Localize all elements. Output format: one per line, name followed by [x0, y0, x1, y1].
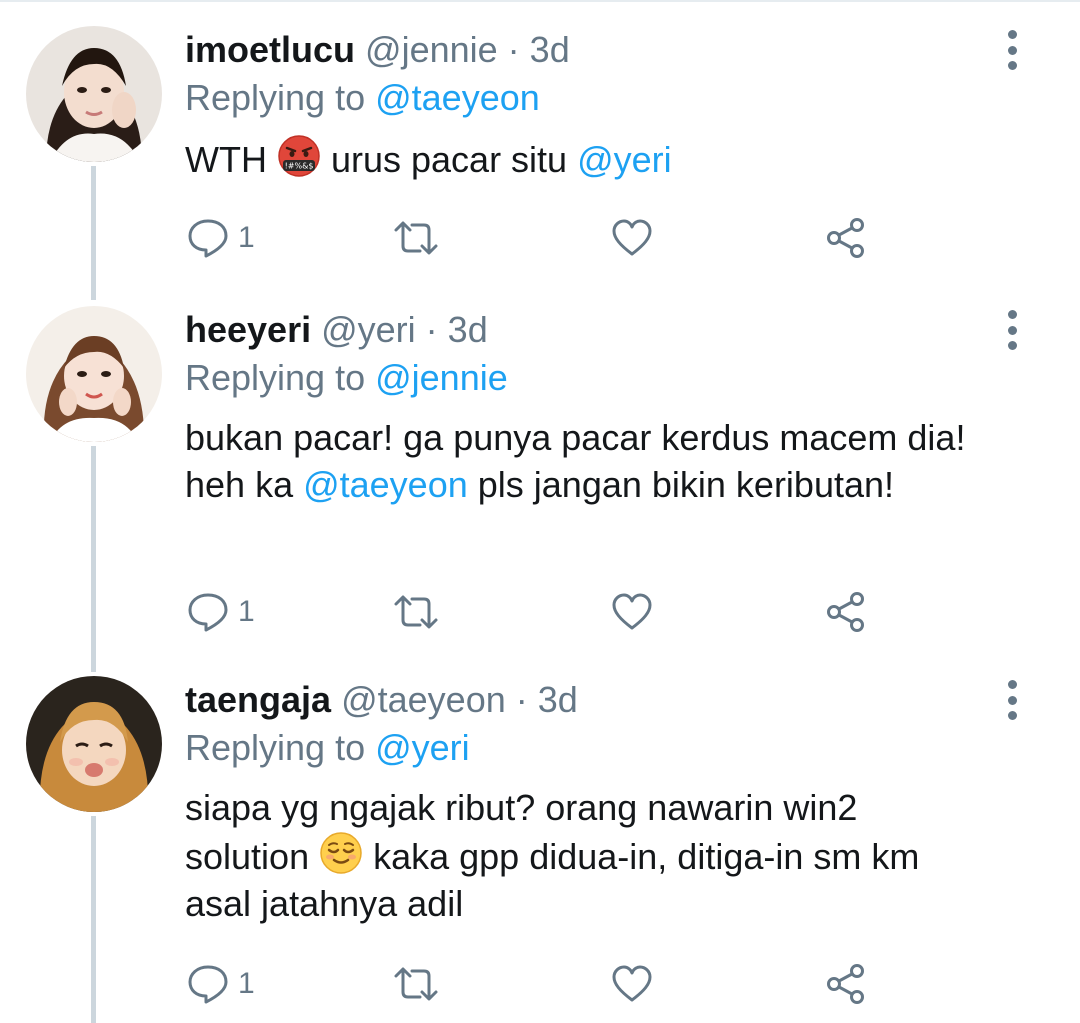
reply-button[interactable]: 1 [186, 590, 255, 634]
relieved-face-icon [319, 831, 363, 875]
tweet-text-segment: asal jatahnya adil [185, 883, 464, 924]
tweet-text-segment: solution [185, 836, 320, 877]
replying-to-label: Replying to [185, 77, 376, 118]
reply-icon [188, 593, 228, 632]
like-button[interactable] [610, 962, 654, 1006]
tweet-text-segment: heh ka [185, 464, 304, 505]
separator-dot: · [505, 679, 538, 720]
tweet-header: heeyeri @yeri · 3d [185, 306, 1010, 354]
timestamp[interactable]: 3d [530, 29, 570, 70]
retweet-icon [394, 595, 438, 629]
replying-to-label: Replying to [185, 727, 376, 768]
tweet-text-segment: pls jangan bikin keributan! [467, 464, 895, 505]
mention-link[interactable]: @taeyeon [303, 464, 468, 505]
separator-dot: · [415, 309, 448, 350]
replying-to: Replying to @jennie [185, 354, 1010, 402]
display-name[interactable]: imoetlucu [185, 29, 355, 70]
retweet-button[interactable] [392, 590, 440, 634]
reply-count: 1 [238, 221, 255, 254]
more-options-icon[interactable] [1000, 676, 1024, 724]
thread-connector-line [91, 166, 96, 300]
tweet-text-segment: urus pacar situ [320, 139, 578, 180]
replying-to-handle-link[interactable]: @taeyeon [375, 77, 540, 118]
tweet-actions: 1 [186, 590, 886, 634]
tweet-actions: 1 [186, 216, 886, 260]
replying-to-handle-link[interactable]: @jennie [375, 357, 508, 398]
retweet-button[interactable] [392, 216, 440, 260]
replying-to-label: Replying to [185, 357, 376, 398]
avatar[interactable] [26, 306, 162, 442]
share-icon [827, 964, 864, 1004]
thread-connector-line [91, 446, 96, 672]
mention-link[interactable]: @yeri [577, 139, 672, 180]
user-handle[interactable]: @jennie [365, 29, 498, 70]
avatar[interactable] [26, 26, 162, 162]
like-icon [612, 219, 652, 256]
tweet-text: siapa yg ngajak ribut? orang nawarin win… [185, 784, 1010, 927]
reply-icon [188, 965, 228, 1004]
timestamp[interactable]: 3d [448, 309, 488, 350]
like-icon [612, 593, 652, 630]
retweet-button[interactable] [392, 962, 440, 1006]
share-button[interactable] [824, 216, 868, 260]
like-icon [612, 965, 652, 1002]
tweet-text-segment: siapa yg ngajak ribut? orang nawarin win… [185, 787, 858, 828]
share-icon [827, 592, 864, 632]
display-name[interactable]: heeyeri [185, 309, 311, 350]
display-name[interactable]: taengaja [185, 679, 331, 720]
user-handle[interactable]: @yeri [321, 309, 416, 350]
tweet-text-segment: kaka gpp didua-in, ditiga-in sm km [363, 836, 920, 877]
replying-to: Replying to @taeyeon [185, 74, 1010, 122]
like-button[interactable] [610, 216, 654, 260]
more-options-icon[interactable] [1000, 26, 1024, 74]
retweet-icon [394, 221, 438, 255]
tweet-text: bukan pacar! ga punya pacar kerdus macem… [185, 414, 985, 508]
face-with-symbols-on-mouth-icon: !#%&$ [277, 134, 321, 178]
tweet-text: WTH !#%&$ urus pacar situ @yeri [185, 134, 1010, 183]
reply-icon [188, 219, 228, 258]
thread-connector-line [91, 816, 96, 1023]
like-button[interactable] [610, 590, 654, 634]
share-icon [827, 218, 864, 258]
share-button[interactable] [824, 590, 868, 634]
reply-count: 1 [238, 595, 255, 628]
more-options-icon[interactable] [1000, 306, 1024, 354]
tweet-actions: 1 [186, 962, 886, 1006]
separator-dot: · [497, 29, 530, 70]
reply-button[interactable]: 1 [186, 216, 255, 260]
replying-to: Replying to @yeri [185, 724, 1010, 772]
timestamp[interactable]: 3d [538, 679, 578, 720]
avatar[interactable] [26, 676, 162, 812]
reply-count: 1 [238, 967, 255, 1000]
svg-text:!#%&$: !#%&$ [285, 162, 314, 171]
tweet-text-segment: bukan pacar! ga punya pacar kerdus macem… [185, 417, 966, 458]
top-divider [0, 0, 1080, 2]
tweet-header: taengaja @taeyeon · 3d [185, 676, 1010, 724]
tweet-header: imoetlucu @jennie · 3d [185, 26, 1010, 74]
share-button[interactable] [824, 962, 868, 1006]
tweet-text-segment: WTH [185, 139, 277, 180]
retweet-icon [394, 967, 438, 1001]
replying-to-handle-link[interactable]: @yeri [375, 727, 470, 768]
reply-button[interactable]: 1 [186, 962, 255, 1006]
user-handle[interactable]: @taeyeon [341, 679, 506, 720]
